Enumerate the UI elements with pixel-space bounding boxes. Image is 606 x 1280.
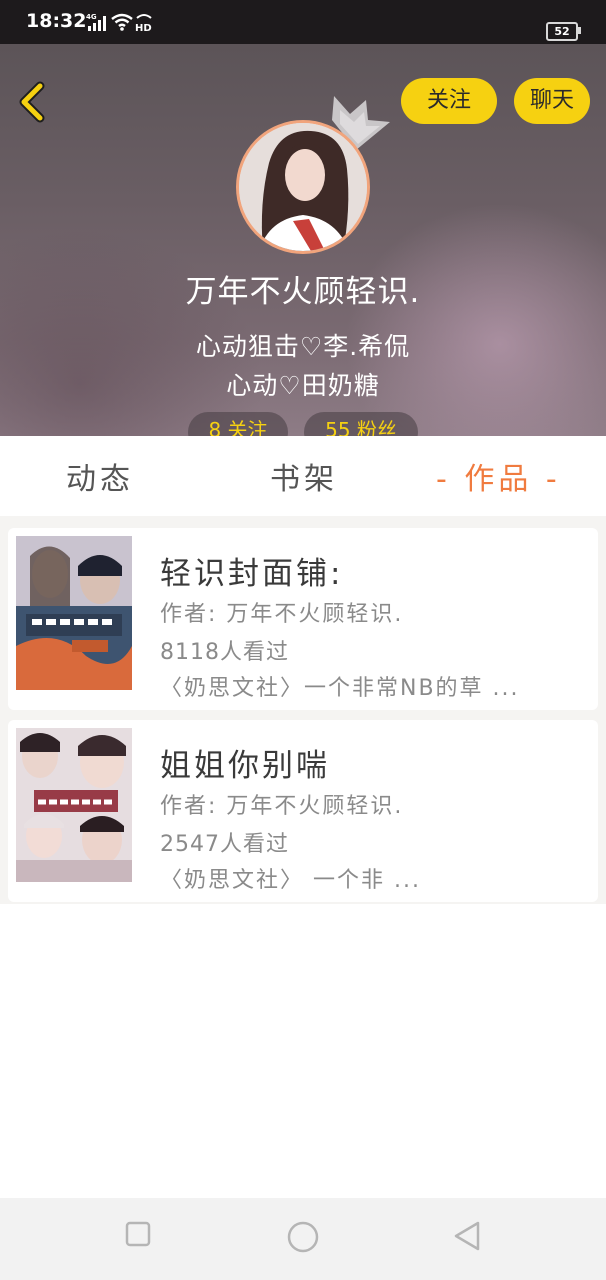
recent-apps-button[interactable] bbox=[124, 1220, 152, 1248]
work-description: 〈奶思文社〉 一个非 ... bbox=[160, 868, 421, 893]
home-button[interactable] bbox=[286, 1220, 320, 1254]
list-item[interactable]: 姐姐你别喘 作者: 万年不火顾轻识. 2547人看过 〈奶思文社〉 一个非 ..… bbox=[8, 720, 598, 902]
bio-line-2: 心动♡田奶糖 bbox=[226, 371, 380, 400]
hd-icon: HD bbox=[135, 14, 152, 32]
work-views: 2547人看过 bbox=[160, 832, 289, 857]
profile-header: 关注 聊天 万年不火顾轻识. 心动狙击♡李.希侃 心动♡田奶糖 8 关注 55 … bbox=[0, 44, 606, 436]
battery-nub bbox=[578, 27, 581, 34]
bio-line-1: 心动狙击♡李.希侃 bbox=[195, 332, 411, 361]
following-count[interactable]: 8 关注 bbox=[188, 412, 288, 436]
work-views: 8118人看过 bbox=[160, 640, 289, 665]
svg-text:HD: HD bbox=[135, 23, 152, 32]
tab-dynamics[interactable]: 动态 bbox=[66, 454, 134, 498]
avatar-portrait bbox=[239, 123, 367, 251]
back-nav-button[interactable] bbox=[452, 1220, 482, 1252]
back-button[interactable] bbox=[14, 80, 50, 124]
username: 万年不火顾轻识. bbox=[185, 274, 421, 310]
work-author: 作者: 万年不火顾轻识. bbox=[160, 602, 404, 627]
book-cover bbox=[16, 536, 132, 690]
system-nav-bar bbox=[0, 1198, 606, 1280]
work-title: 轻识封面铺: bbox=[160, 556, 344, 592]
status-time: 18:32 bbox=[26, 10, 87, 32]
list-item[interactable]: 轻识封面铺: 作者: 万年不火顾轻识. 8118人看过 〈奶思文社〉一个非常NB… bbox=[8, 528, 598, 710]
wifi-icon bbox=[111, 13, 133, 31]
book-cover bbox=[16, 728, 132, 882]
work-author: 作者: 万年不火顾轻识. bbox=[160, 794, 404, 819]
signal-icon: 4G bbox=[86, 13, 106, 31]
battery-icon: 52 bbox=[546, 22, 578, 41]
profile-tabs: 动态 书架 - 作品 - bbox=[0, 436, 606, 516]
status-bar: 18:32 4G HD 52 bbox=[0, 0, 606, 44]
avatar[interactable] bbox=[236, 120, 370, 254]
chat-button[interactable]: 聊天 bbox=[514, 78, 590, 124]
follow-button[interactable]: 关注 bbox=[401, 78, 497, 124]
chevron-left-icon bbox=[19, 81, 45, 123]
work-description: 〈奶思文社〉一个非常NB的草 ... bbox=[160, 676, 520, 701]
tab-works[interactable]: - 作品 - bbox=[436, 454, 561, 498]
tab-bookshelf[interactable]: 书架 bbox=[270, 454, 338, 498]
svg-text:4G: 4G bbox=[86, 13, 97, 21]
cover-art-image bbox=[16, 536, 132, 690]
work-title: 姐姐你别喘 bbox=[160, 748, 330, 784]
cover-art-image bbox=[16, 728, 132, 882]
fans-count[interactable]: 55 粉丝 bbox=[304, 412, 418, 436]
